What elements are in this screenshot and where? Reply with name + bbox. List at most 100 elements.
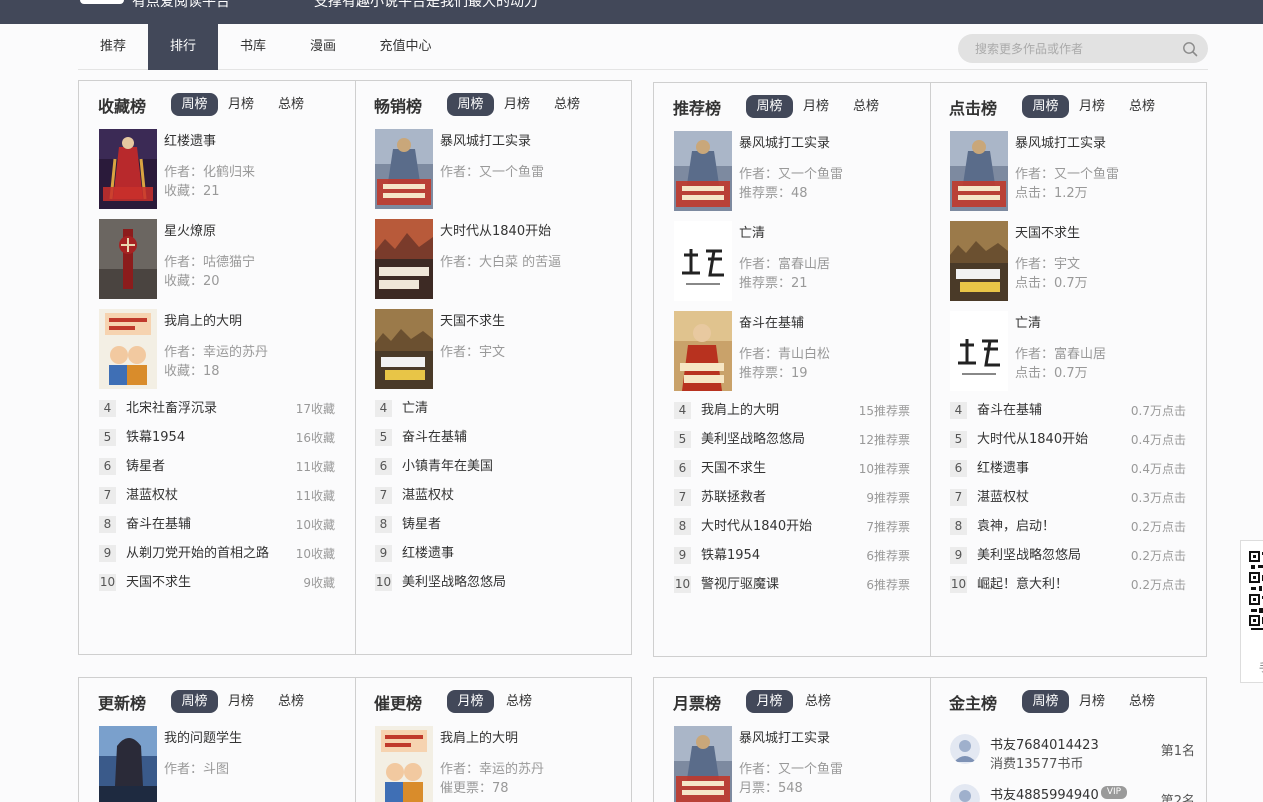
book-cover[interactable] [375, 309, 433, 389]
rank-row[interactable]: 10 警视厅驱魔课 6推荐票 [674, 575, 912, 595]
book-cover[interactable] [674, 311, 732, 391]
tab-monthly[interactable]: 月榜 [447, 690, 494, 713]
rank-book-name[interactable]: 美利坚战略忽悠局 [977, 546, 1127, 566]
top-book[interactable]: 亡清 作者：富春山居 推荐票：21 [674, 221, 924, 301]
tab-weekly[interactable]: 周榜 [171, 690, 218, 713]
rank-row[interactable]: 5 美利坚战略忽悠局 12推荐票 [674, 430, 912, 450]
rank-book-name[interactable]: 天国不求生 [701, 459, 851, 479]
rank-row[interactable]: 7 湛蓝权杖 [375, 486, 613, 506]
rank-book-name[interactable]: 红楼遗事 [977, 459, 1127, 479]
rank-row[interactable]: 10 崛起！意大利！ 0.2万点击 [950, 575, 1188, 595]
tab-weekly[interactable]: 周榜 [746, 95, 793, 118]
book-title[interactable]: 我肩上的大明 [440, 727, 518, 746]
tab-monthly[interactable]: 月榜 [1070, 95, 1114, 118]
avatar[interactable] [950, 784, 980, 802]
book-cover[interactable] [950, 131, 1008, 211]
book-title[interactable]: 我肩上的大明 [164, 310, 242, 329]
tab-weekly[interactable]: 周榜 [171, 93, 218, 116]
rank-row[interactable]: 6 红楼遗事 0.4万点击 [950, 459, 1188, 479]
rank-book-name[interactable]: 苏联拯救者 [701, 488, 851, 508]
nav-tab-recommend[interactable]: 推荐 [78, 24, 148, 70]
site-logo[interactable] [80, 0, 124, 4]
patron-row[interactable]: 书友4885994940 VIP 第2名 [950, 784, 1195, 802]
rank-book-name[interactable]: 奋斗在基辅 [977, 401, 1127, 421]
rank-row[interactable]: 4 我肩上的大明 15推荐票 [674, 401, 912, 421]
rank-row[interactable]: 9 红楼遗事 [375, 544, 613, 564]
tab-weekly[interactable]: 周榜 [1022, 690, 1069, 713]
tab-monthly[interactable]: 月榜 [219, 93, 263, 116]
top-book[interactable]: 我的问题学生 作者：斗图 [99, 726, 349, 802]
rank-book-name[interactable]: 美利坚战略忽悠局 [701, 430, 851, 450]
tab-monthly[interactable]: 月榜 [219, 690, 263, 713]
rank-row[interactable]: 6 天国不求生 10推荐票 [674, 459, 912, 479]
rank-book-name[interactable]: 湛蓝权杖 [402, 486, 552, 506]
book-cover[interactable] [375, 219, 433, 299]
rank-book-name[interactable]: 北宋社畜浮沉录 [126, 399, 276, 419]
book-title[interactable]: 天国不求生 [1015, 222, 1080, 241]
book-title[interactable]: 星火燎原 [164, 220, 216, 239]
rank-row[interactable]: 7 湛蓝权杖 11收藏 [99, 486, 337, 506]
rank-row[interactable]: 8 大时代从1840开始 7推荐票 [674, 517, 912, 537]
book-title[interactable]: 暴风城打工实录 [1015, 132, 1106, 151]
tab-total[interactable]: 总榜 [1120, 690, 1164, 713]
tab-weekly[interactable]: 周榜 [447, 93, 494, 116]
book-title[interactable]: 亡清 [739, 222, 765, 241]
rank-row[interactable]: 5 大时代从1840开始 0.4万点击 [950, 430, 1188, 450]
book-title[interactable]: 天国不求生 [440, 310, 505, 329]
book-title[interactable]: 我的问题学生 [164, 727, 242, 746]
rank-book-name[interactable]: 崛起！意大利！ [977, 575, 1127, 595]
tab-monthly[interactable]: 月榜 [1070, 690, 1114, 713]
rank-book-name[interactable]: 铁幕1954 [126, 428, 276, 448]
top-book[interactable]: 我肩上的大明 作者：幸运的苏丹 催更票：78 [375, 726, 625, 802]
nav-tab-comics[interactable]: 漫画 [288, 24, 358, 70]
book-title[interactable]: 暴风城打工实录 [440, 130, 531, 149]
rank-book-name[interactable]: 美利坚战略忽悠局 [402, 573, 552, 593]
top-book[interactable]: 红楼遗事 作者：化鹤归来 收藏：21 [99, 129, 349, 209]
rank-book-name[interactable]: 大时代从1840开始 [977, 430, 1127, 450]
rank-row[interactable]: 8 铸星者 [375, 515, 613, 535]
rank-book-name[interactable]: 奋斗在基辅 [402, 428, 552, 448]
avatar[interactable] [950, 734, 980, 764]
rank-book-name[interactable]: 大时代从1840开始 [701, 517, 851, 537]
search-input[interactable] [975, 34, 1175, 63]
rank-row[interactable]: 10 天国不求生 9收藏 [99, 573, 337, 593]
patron-name[interactable]: 书友4885994940 [990, 784, 1099, 802]
rank-row[interactable]: 9 从剃刀党开始的首相之路 10收藏 [99, 544, 337, 564]
rank-row[interactable]: 6 小镇青年在美国 [375, 457, 613, 477]
patron-row[interactable]: 书友7684014423 消费13577书币 第1名 [950, 734, 1195, 774]
rank-row[interactable]: 5 奋斗在基辅 [375, 428, 613, 448]
book-cover[interactable] [950, 221, 1008, 301]
rank-row[interactable]: 4 北宋社畜浮沉录 17收藏 [99, 399, 337, 419]
rank-row[interactable]: 7 苏联拯救者 9推荐票 [674, 488, 912, 508]
rank-row[interactable]: 4 亡清 [375, 399, 613, 419]
rank-book-name[interactable]: 我肩上的大明 [701, 401, 851, 421]
tab-total[interactable]: 总榜 [497, 690, 541, 713]
rank-row[interactable]: 8 袁神，启动！ 0.2万点击 [950, 517, 1188, 537]
rank-row[interactable]: 7 湛蓝权杖 0.3万点击 [950, 488, 1188, 508]
rank-book-name[interactable]: 奋斗在基辅 [126, 515, 276, 535]
book-title[interactable]: 暴风城打工实录 [739, 727, 830, 746]
tab-total[interactable]: 总榜 [796, 690, 840, 713]
rank-book-name[interactable]: 铁幕1954 [701, 546, 851, 566]
nav-tab-recharge[interactable]: 充值中心 [363, 24, 448, 70]
search-icon[interactable] [1182, 41, 1198, 57]
tab-monthly[interactable]: 月榜 [746, 690, 793, 713]
book-cover[interactable] [375, 129, 433, 209]
rank-row[interactable]: 5 铁幕1954 16收藏 [99, 428, 337, 448]
top-book[interactable]: 星火燎原 作者：咕德猫宁 收藏：20 [99, 219, 349, 299]
top-book[interactable]: 暴风城打工实录 作者：又一个鱼雷 点击：1.2万 [950, 131, 1200, 211]
book-title[interactable]: 亡清 [1015, 312, 1041, 331]
rank-book-name[interactable]: 铸星者 [402, 515, 552, 535]
rank-book-name[interactable]: 天国不求生 [126, 573, 276, 593]
rank-book-name[interactable]: 铸星者 [126, 457, 276, 477]
nav-tab-library[interactable]: 书库 [218, 24, 288, 70]
rank-book-name[interactable]: 警视厅驱魔课 [701, 575, 851, 595]
side-qr-widget[interactable]: 手 [1240, 540, 1263, 683]
nav-tab-ranking[interactable]: 排行 [148, 24, 218, 70]
tab-total[interactable]: 总榜 [844, 95, 888, 118]
book-cover[interactable] [99, 726, 157, 802]
top-book[interactable]: 暴风城打工实录 作者：又一个鱼雷 [375, 129, 625, 209]
rank-row[interactable]: 9 美利坚战略忽悠局 0.2万点击 [950, 546, 1188, 566]
book-cover[interactable] [674, 726, 732, 802]
rank-book-name[interactable]: 从剃刀党开始的首相之路 [126, 544, 271, 564]
